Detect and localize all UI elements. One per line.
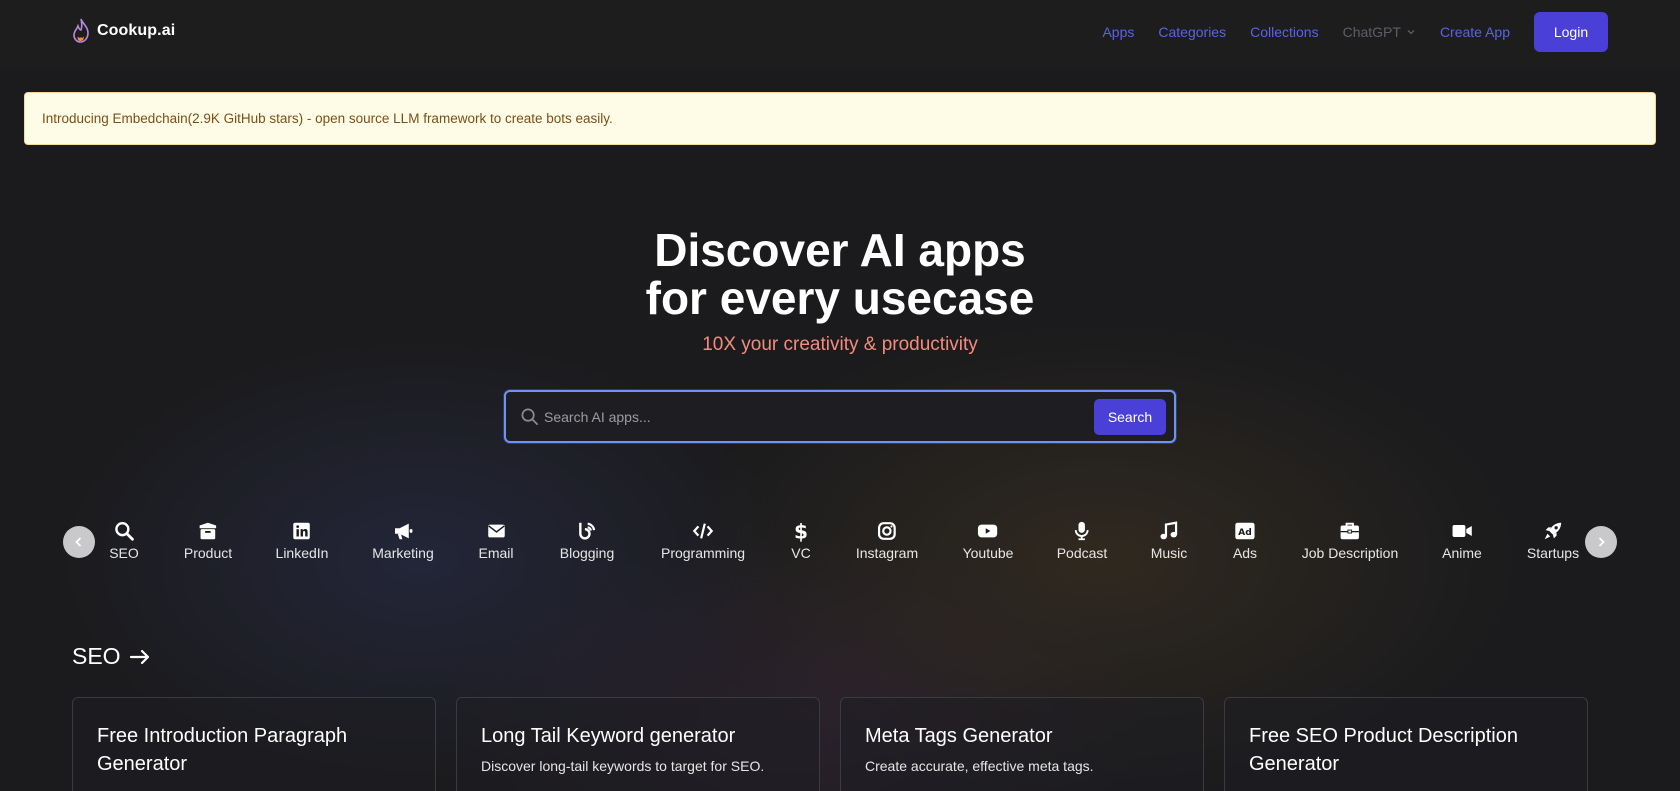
category-seo[interactable]: SEO [109,520,139,561]
announcement-banner[interactable]: Introducing Embedchain(2.9K GitHub stars… [24,92,1656,145]
section-title-seo[interactable]: SEO [72,643,151,670]
category-startups[interactable]: Startups [1527,520,1579,561]
category-label: Startups [1526,545,1580,561]
chevron-down-icon [1407,30,1415,35]
category-label: Music [1150,545,1188,561]
category-label: LinkedIn [275,545,329,561]
nav-categories[interactable]: Categories [1158,24,1226,40]
category-ads[interactable]: Ad Ads [1233,520,1257,561]
chevron-right-icon [1598,537,1605,547]
app-card[interactable]: Meta Tags Generator Create accurate, eff… [840,697,1204,791]
category-label: Email [478,545,514,561]
category-label: Marketing [372,545,434,561]
nav-collections[interactable]: Collections [1250,24,1318,40]
category-marketing[interactable]: Marketing [372,520,434,561]
search-box: Search [504,390,1176,443]
category-programming[interactable]: Programming [661,520,745,561]
logo[interactable]: Cookup.ai [71,18,175,44]
category-label: Ads [1232,545,1258,561]
instagram-icon [878,522,896,540]
search-icon [521,408,538,425]
category-linkedin[interactable]: LinkedIn [275,520,329,561]
code-icon [692,523,714,539]
nav-create-app[interactable]: Create App [1440,24,1510,40]
briefcase-icon [1340,522,1360,540]
hero-title-line1: Discover AI apps [654,224,1026,276]
linkedin-icon [293,522,311,540]
carousel-prev-button[interactable] [63,526,95,558]
svg-text:Ad: Ad [1238,527,1252,538]
category-label: Anime [1442,545,1482,561]
category-instagram[interactable]: Instagram [856,520,918,561]
search-input[interactable] [544,402,1044,432]
logo-text: Cookup.ai [97,22,176,39]
ad-icon: Ad [1235,522,1255,540]
category-label: VC [791,545,811,561]
app-card-description: Discover long-tail keywords to target fo… [481,758,765,774]
search-icon [115,522,134,541]
app-card-title: Meta Tags Generator [865,725,1053,747]
box-icon [199,522,217,540]
search-button[interactable]: Search [1094,399,1166,435]
app-card-description: Create accurate, effective meta tags. [865,758,1094,774]
nav-chatgpt-label: ChatGPT [1342,24,1401,40]
app-card[interactable]: Free Introduction Paragraph Generator [72,697,436,791]
arrow-right-icon [129,649,149,664]
category-email[interactable]: Email [478,520,514,561]
app-card-title: Free Introduction Paragraph Generator [97,725,348,775]
category-youtube[interactable]: Youtube [962,520,1014,561]
category-label: Instagram [855,545,919,561]
category-label: Programming [660,545,746,561]
category-label: Product [183,545,233,561]
main-nav: Apps Categories Collections ChatGPT Crea… [1078,12,1608,52]
chevron-left-icon [75,537,82,547]
category-anime[interactable]: Anime [1442,520,1482,561]
category-label: Blogging [559,545,615,561]
youtube-icon [978,524,998,538]
category-podcast[interactable]: Podcast [1056,520,1108,561]
category-product[interactable]: Product [184,520,232,561]
microphone-icon [1075,521,1089,541]
top-navbar: Cookup.ai Apps Categories Collections Ch… [0,0,1680,68]
category-vc[interactable]: $ VC [790,520,812,561]
hero-title: Discover AI apps for every usecase [0,226,1680,322]
nav-chatgpt-dropdown[interactable]: ChatGPT [1343,24,1416,40]
category-label: Job Description [1301,545,1399,561]
music-icon [1160,521,1178,540]
category-carousel: SEO Product LinkedIn Marketing Email Blo… [0,520,1680,580]
dollar-icon: $ [794,520,808,542]
flame-logo-icon [73,18,89,43]
app-card-title: Long Tail Keyword generator [481,725,736,747]
category-label: Youtube [962,545,1014,561]
rocket-icon [1544,522,1562,540]
blog-icon [579,522,596,540]
login-button[interactable]: Login [1534,12,1608,52]
video-icon [1452,525,1472,537]
envelope-icon [487,524,505,538]
category-music[interactable]: Music [1150,520,1188,561]
nav-apps[interactable]: Apps [1102,24,1134,40]
hero-subtitle: 10X your creativity & productivity [702,334,978,355]
category-label: Podcast [1056,545,1108,561]
category-job-description[interactable]: Job Description [1301,520,1399,561]
app-card[interactable]: Free SEO Product Description Generator [1224,697,1588,791]
svg-text:$: $ [794,520,808,542]
section-title-text: SEO [72,643,121,669]
category-label: SEO [109,545,139,561]
carousel-next-button[interactable] [1585,526,1617,558]
app-card-title: Free SEO Product Description Generator [1249,725,1518,775]
megaphone-icon [394,523,413,540]
banner-text: Introducing Embedchain(2.9K GitHub stars… [42,111,613,126]
app-card[interactable]: Long Tail Keyword generator Discover lon… [456,697,820,791]
hero-title-line2: for every usecase [645,272,1035,324]
category-blogging[interactable]: Blogging [559,520,615,561]
